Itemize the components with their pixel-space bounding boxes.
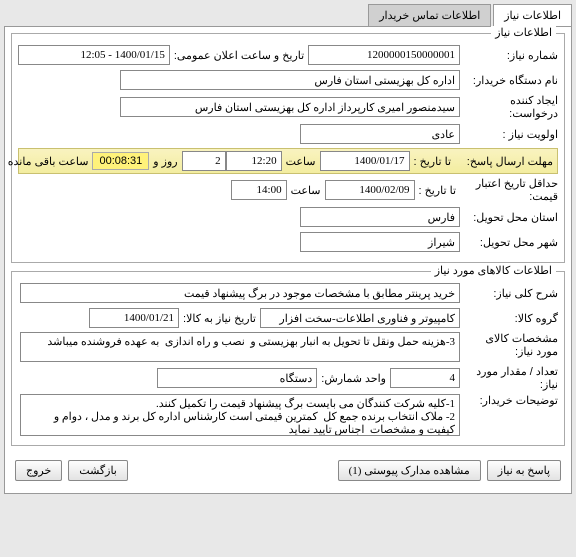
label-deadline: مهلت ارسال پاسخ: bbox=[455, 155, 553, 168]
label-remain-time: ساعت باقی مانده bbox=[4, 155, 93, 168]
input-deadline-date[interactable] bbox=[320, 151, 410, 171]
textarea-spec[interactable] bbox=[20, 332, 460, 362]
input-goods-date[interactable] bbox=[89, 308, 179, 328]
label-province: استان محل تحویل: bbox=[460, 211, 558, 224]
toolbar: پاسخ به نیاز مشاهده مدارک پیوستی (1) باز… bbox=[11, 454, 565, 487]
input-deadline-time[interactable] bbox=[226, 151, 282, 171]
label-group: گروه کالا: bbox=[460, 312, 558, 325]
input-priority[interactable] bbox=[300, 124, 460, 144]
textarea-notes[interactable] bbox=[20, 394, 460, 436]
input-qty[interactable] bbox=[390, 368, 460, 388]
section-title-goods: اطلاعات کالاهای مورد نیاز bbox=[431, 264, 556, 277]
input-requester[interactable] bbox=[120, 97, 460, 117]
label-requester: ایجاد کننده درخواست: bbox=[460, 94, 558, 120]
input-city[interactable] bbox=[300, 232, 460, 252]
label-desc: شرح کلی نیاز: bbox=[460, 287, 558, 300]
label-spec: مشخصات کالای مورد نیاز: bbox=[460, 332, 558, 358]
label-deadline-to: تا تاریخ : bbox=[410, 155, 455, 168]
label-notes: توضیحات خریدار: bbox=[460, 394, 558, 407]
section-need-info: اطلاعات نیاز شماره نیاز: تاریخ و ساعت اع… bbox=[11, 33, 565, 263]
reply-button[interactable]: پاسخ به نیاز bbox=[487, 460, 561, 481]
label-unit: واحد شمارش: bbox=[317, 372, 390, 385]
label-remain-day: روز و bbox=[149, 155, 181, 168]
input-remain-days bbox=[182, 151, 226, 171]
back-button[interactable]: بازگشت bbox=[68, 460, 128, 481]
input-unit[interactable] bbox=[157, 368, 317, 388]
input-group[interactable] bbox=[260, 308, 460, 328]
tab-contact-info[interactable]: اطلاعات تماس خریدار bbox=[368, 4, 491, 26]
attachments-button[interactable]: مشاهده مدارک پیوستی (1) bbox=[338, 460, 481, 481]
input-province[interactable] bbox=[300, 207, 460, 227]
input-pub-datetime[interactable] bbox=[18, 45, 170, 65]
deadline-row: مهلت ارسال پاسخ: تا تاریخ : ساعت روز و 0… bbox=[18, 148, 558, 174]
label-validity: حداقل تاریخ اعتبار قیمت: bbox=[460, 177, 558, 203]
exit-button[interactable]: خروج bbox=[15, 460, 62, 481]
input-desc[interactable] bbox=[20, 283, 460, 303]
label-qty: تعداد / مقدار مورد نیاز: bbox=[460, 365, 558, 391]
label-buyer: نام دستگاه خریدار: bbox=[460, 74, 558, 87]
input-req-no[interactable] bbox=[308, 45, 460, 65]
input-validity-date[interactable] bbox=[325, 180, 415, 200]
input-validity-time[interactable] bbox=[231, 180, 287, 200]
label-req-no: شماره نیاز: bbox=[460, 49, 558, 62]
label-city: شهر محل تحویل: bbox=[460, 236, 558, 249]
section-title-need: اطلاعات نیاز bbox=[491, 26, 556, 39]
label-pub-datetime: تاریخ و ساعت اعلان عمومی: bbox=[170, 49, 308, 62]
tab-need-info[interactable]: اطلاعات نیاز bbox=[493, 4, 572, 26]
remain-time: 00:08:31 bbox=[92, 152, 149, 170]
section-goods-info: اطلاعات کالاهای مورد نیاز شرح کلی نیاز: … bbox=[11, 271, 565, 446]
label-priority: اولویت نیاز : bbox=[460, 128, 558, 141]
label-validity-time: ساعت bbox=[287, 184, 325, 197]
input-buyer[interactable] bbox=[120, 70, 460, 90]
label-goods-date: تاریخ نیاز به کالا: bbox=[179, 312, 260, 325]
label-deadline-time: ساعت bbox=[282, 155, 320, 168]
label-validity-to: تا تاریخ : bbox=[415, 184, 460, 197]
